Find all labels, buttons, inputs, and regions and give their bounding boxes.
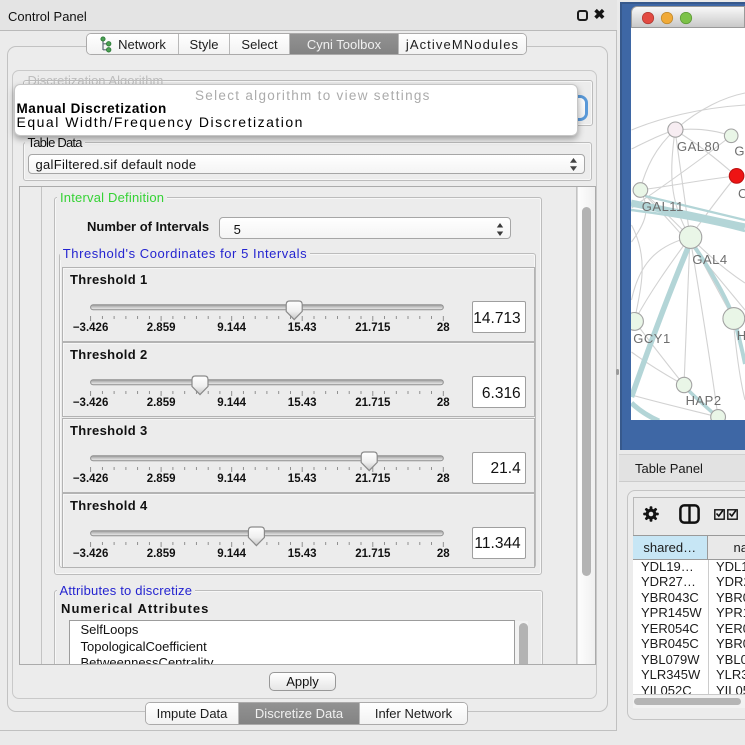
svg-text:C: C — [738, 186, 745, 201]
svg-text:GAL11: GAL11 — [642, 199, 684, 214]
svg-text:H: H — [737, 328, 745, 343]
svg-text:GA: GA — [734, 143, 745, 158]
svg-text:HAP2: HAP2 — [686, 393, 722, 408]
svg-text:GAL4: GAL4 — [692, 252, 727, 267]
svg-text:GCY1: GCY1 — [633, 331, 670, 346]
svg-text:GAL80: GAL80 — [677, 139, 720, 154]
